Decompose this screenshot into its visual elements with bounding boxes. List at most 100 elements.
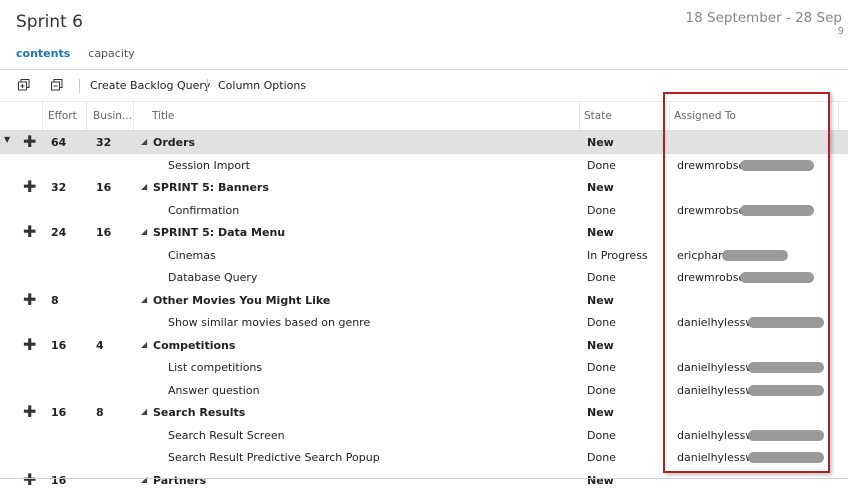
task-row[interactable]: Search Result Screen Done danielhylessw <box>0 424 848 447</box>
title-cell[interactable]: Search Result Screen <box>168 429 285 442</box>
header-divider <box>0 69 848 70</box>
collapse-triangle-icon[interactable]: ◢ <box>141 295 147 304</box>
expand-all-icon[interactable] <box>18 79 30 91</box>
effort-cell: 16 <box>51 339 66 352</box>
collapse-triangle-icon[interactable]: ◢ <box>141 340 147 349</box>
collapse-triangle-icon[interactable]: ◢ <box>141 227 147 236</box>
column-header-title[interactable]: Title <box>152 110 175 122</box>
assigned-to-cell: danielhylessw <box>677 316 754 329</box>
assigned-to-cell: danielhylessw <box>677 451 754 464</box>
backlog-item-row[interactable]: ▼✚6432◢OrdersNew <box>0 131 848 154</box>
backlog-item-row[interactable]: ✚168◢Search ResultsNew <box>0 401 848 424</box>
backlog-item-row[interactable]: ✚2416◢SPRINT 5: Data MenuNew <box>0 221 848 244</box>
title-cell[interactable]: SPRINT 5: Data Menu <box>153 226 285 239</box>
state-cell: Done <box>587 271 616 284</box>
title-cell[interactable]: List competitions <box>168 361 262 374</box>
column-header-state[interactable]: State <box>584 110 612 122</box>
business-value-cell: 8 <box>96 406 104 419</box>
title-cell[interactable]: Search Results <box>153 406 245 419</box>
backlog-item-row[interactable]: ✚ 8 ◢ Other Movies You Might Like New <box>0 289 848 312</box>
effort-cell: 32 <box>51 181 66 194</box>
column-divider[interactable] <box>669 102 670 130</box>
title-cell[interactable]: Database Query <box>168 271 257 284</box>
task-row[interactable]: Answer question Done danielhylessw <box>0 379 848 402</box>
column-divider[interactable] <box>838 102 839 130</box>
state-cell: Done <box>587 429 616 442</box>
column-divider[interactable] <box>86 102 87 130</box>
task-row[interactable]: Session ImportDonedrewmrobson <box>0 154 848 177</box>
title-cell[interactable]: Show similar movies based on genre <box>168 316 370 329</box>
title-cell[interactable]: Session Import <box>168 159 250 172</box>
title-cell[interactable]: Confirmation <box>168 204 239 217</box>
collapse-triangle-icon[interactable]: ◢ <box>141 137 147 146</box>
effort-cell: 8 <box>51 294 59 307</box>
column-divider[interactable] <box>133 102 134 130</box>
assigned-to-cell: danielhylessw <box>677 361 754 374</box>
add-task-icon[interactable]: ✚ <box>23 473 36 487</box>
add-task-icon[interactable]: ✚ <box>23 180 36 194</box>
title-cell[interactable]: Cinemas <box>168 249 216 262</box>
assigned-to-cell: danielhylessw <box>677 384 754 397</box>
backlog-item-row[interactable]: ✚ 16 ◢ Partners New <box>0 469 848 491</box>
backlog-item-row[interactable]: ✚3216◢SPRINT 5: BannersNew <box>0 176 848 199</box>
state-cell: Done <box>587 361 616 374</box>
add-task-icon[interactable]: ✚ <box>23 225 36 239</box>
state-cell: Done <box>587 384 616 397</box>
column-header-business[interactable]: Busin... <box>93 110 132 122</box>
redacted-email-blur <box>740 160 814 171</box>
title-cell[interactable]: Answer question <box>168 384 260 397</box>
column-divider[interactable] <box>579 102 580 130</box>
task-row[interactable]: Show similar movies based on genreDoneda… <box>0 311 848 334</box>
grid-bottom-border <box>0 478 848 479</box>
state-cell: In Progress <box>587 249 648 262</box>
add-task-icon[interactable]: ✚ <box>23 135 36 149</box>
effort-cell: 24 <box>51 226 66 239</box>
state-cell: Done <box>587 204 616 217</box>
effort-cell: 64 <box>51 136 66 149</box>
collapse-triangle-icon[interactable]: ◢ <box>141 475 147 484</box>
backlog-item-row[interactable]: ✚164◢CompetitionsNew <box>0 334 848 357</box>
task-row[interactable]: Database QueryDonedrewmrobson <box>0 266 848 289</box>
state-cell: New <box>587 294 614 307</box>
toolbar-separator <box>79 79 80 93</box>
state-cell: Done <box>587 451 616 464</box>
effort-cell: 16 <box>51 474 66 487</box>
collapse-all-icon[interactable] <box>51 79 63 91</box>
add-task-icon[interactable]: ✚ <box>23 338 36 352</box>
title-cell[interactable]: Partners <box>153 474 206 487</box>
assigned-to-cell: danielhylessw <box>677 429 754 442</box>
column-header-assigned-to[interactable]: Assigned To <box>674 110 736 122</box>
title-cell[interactable]: Competitions <box>153 339 235 352</box>
redacted-email-blur <box>740 205 814 216</box>
title-cell[interactable]: SPRINT 5: Banners <box>153 181 269 194</box>
add-task-icon[interactable]: ✚ <box>23 405 36 419</box>
business-value-cell: 16 <box>96 181 111 194</box>
add-task-icon[interactable]: ✚ <box>23 293 36 307</box>
redacted-email-blur <box>748 430 824 441</box>
column-options-button[interactable]: Column Options <box>218 79 306 92</box>
title-cell[interactable]: Other Movies You Might Like <box>153 294 330 307</box>
task-row[interactable]: CinemasIn Progressericphan <box>0 244 848 267</box>
collapse-triangle-icon[interactable]: ◢ <box>141 182 147 191</box>
task-row[interactable]: List competitions Done danielhylessw <box>0 356 848 379</box>
redacted-email-blur <box>748 362 824 373</box>
grid-header: Effort Busin... Title State Assigned To <box>0 101 848 131</box>
tab-capacity[interactable]: capacity <box>88 47 134 60</box>
column-divider[interactable] <box>42 102 43 130</box>
collapse-triangle-icon[interactable]: ◢ <box>141 407 147 416</box>
sprint-dates: 18 September - 28 Sep <box>686 10 842 26</box>
task-row[interactable]: ConfirmationDonedrewmrobson <box>0 199 848 222</box>
state-cell: New <box>587 339 614 352</box>
redacted-email-blur <box>748 385 824 396</box>
redacted-email-blur <box>748 452 824 463</box>
state-cell: New <box>587 474 614 487</box>
column-header-effort[interactable]: Effort <box>48 110 77 122</box>
context-menu-icon[interactable]: ▼ <box>4 135 10 144</box>
task-row[interactable]: Search Result Predictive Search Popup Don… <box>0 446 848 469</box>
days-remaining: 9 <box>838 26 844 37</box>
business-value-cell: 16 <box>96 226 111 239</box>
create-backlog-query-button[interactable]: Create Backlog Query <box>90 79 210 92</box>
tab-contents[interactable]: contents <box>16 47 70 60</box>
title-cell[interactable]: Orders <box>153 136 195 149</box>
title-cell[interactable]: Search Result Predictive Search Popup <box>168 451 380 464</box>
